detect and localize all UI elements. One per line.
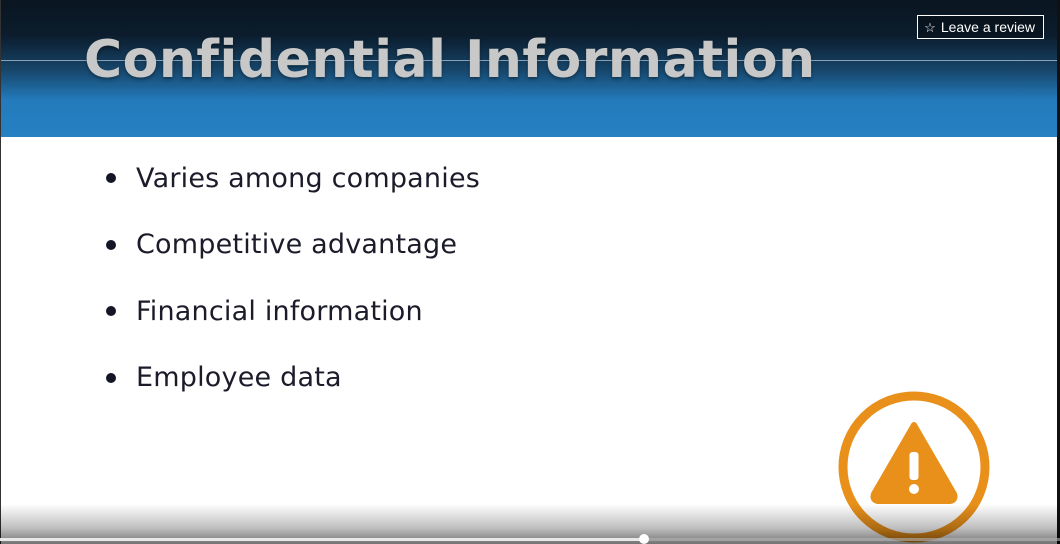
bullet-item: Varies among companies [106, 155, 480, 201]
bullet-text: Financial information [136, 295, 423, 327]
progress-fill [0, 538, 645, 541]
leave-review-label: Leave a review [940, 19, 1035, 35]
bullet-text: Varies among companies [136, 162, 481, 194]
bullet-text: Competitive advantage [136, 229, 458, 260]
bullet-item: Financial information [106, 288, 480, 334]
progress-scrubber-handle[interactable] [639, 534, 650, 544]
bullet-dot [106, 372, 116, 383]
progress-bar[interactable] [0, 534, 1060, 544]
star-outline-icon: ☆ [924, 19, 936, 35]
bullet-item: Employee data [106, 355, 480, 401]
slide-title: Confidential Information [84, 30, 816, 90]
leave-review-button[interactable]: ☆ Leave a review [917, 15, 1044, 39]
bullet-dot [106, 306, 116, 316]
video-player[interactable]: Confidential Information ☆ Leave a revie… [0, 0, 1060, 544]
bullet-item: Competitive advantage [106, 222, 480, 268]
bullet-dot [106, 173, 116, 183]
bullet-dot [106, 239, 116, 250]
frame-edge [0, 0, 1, 544]
bullet-list: Varies among companies Competitive advan… [106, 155, 480, 421]
bullet-text: Employee data [136, 362, 342, 393]
